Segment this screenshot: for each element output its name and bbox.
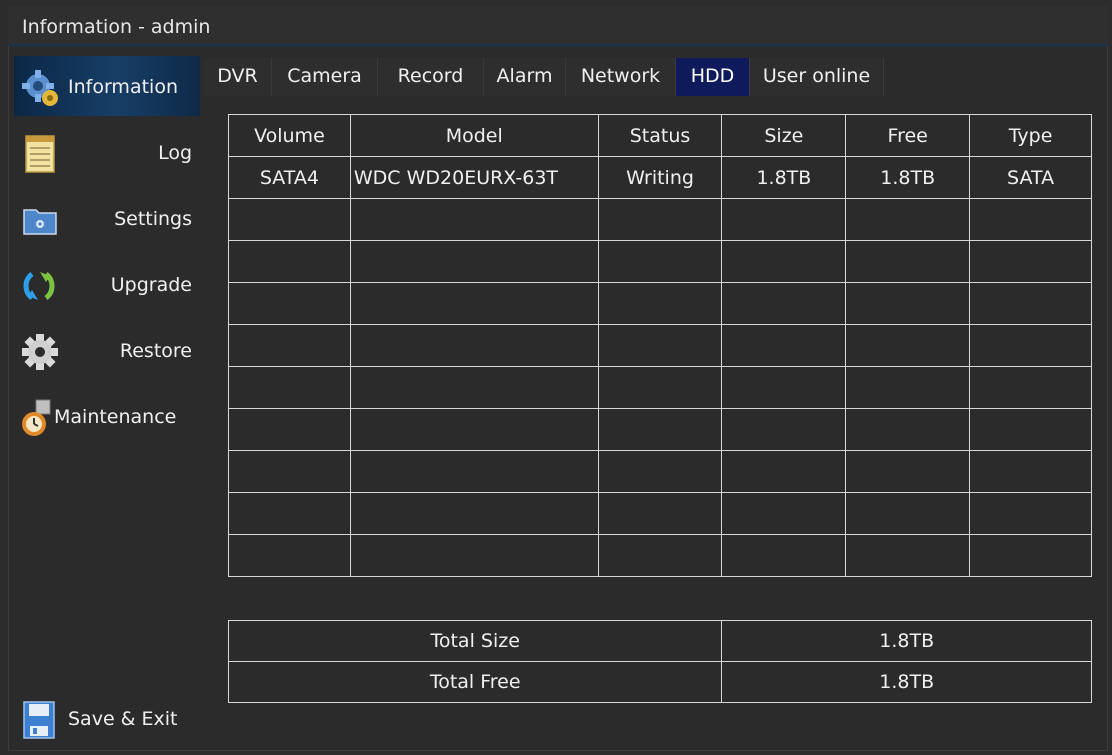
total-free-value: 1.8TB	[721, 661, 1092, 703]
sidebar-item-label: Upgrade	[110, 274, 192, 296]
title-bar: Information - admin	[8, 6, 1108, 46]
table-header-row: Volume Model Status Size Free Type	[228, 114, 1092, 157]
sidebar-item-label: Maintenance	[54, 406, 177, 428]
sidebar-item-settings[interactable]: Settings	[14, 188, 200, 248]
summary-row-total-free: Total Free 1.8TB	[227, 661, 1092, 703]
total-size-label: Total Size	[227, 620, 723, 662]
save-exit-button[interactable]: Save & Exit	[14, 688, 200, 748]
cell-status: Writing	[597, 156, 723, 199]
summary-row-total-size: Total Size 1.8TB	[227, 620, 1092, 662]
column-header-volume: Volume	[228, 114, 351, 157]
tab-dvr[interactable]: DVR	[204, 58, 272, 96]
floppy-disk-icon	[23, 701, 55, 739]
table-row-empty	[228, 282, 1092, 325]
sidebar-item-label: Restore	[119, 340, 192, 362]
table-row-empty	[228, 198, 1092, 241]
gear-info-icon	[22, 70, 58, 106]
cell-model: WDC WD20EURX-63T	[349, 156, 599, 199]
sidebar-item-restore[interactable]: Restore	[14, 320, 200, 380]
tab-alarm[interactable]: Alarm	[484, 58, 566, 96]
save-exit-label: Save & Exit	[68, 708, 178, 730]
gear-icon	[22, 334, 58, 370]
refresh-arrows-icon	[23, 272, 55, 300]
window-title: Information - admin	[22, 16, 211, 38]
summary-table: Total Size 1.8TB Total Free 1.8TB	[227, 620, 1092, 703]
cell-type: SATA	[969, 156, 1092, 199]
tab-hdd[interactable]: HDD	[676, 58, 750, 96]
sidebar-item-information[interactable]: Information	[14, 56, 200, 116]
sidebar: Information Log Settings Upgrade Restore…	[14, 56, 200, 746]
total-size-value: 1.8TB	[721, 620, 1092, 662]
column-header-status: Status	[597, 114, 723, 157]
cell-size: 1.8TB	[721, 156, 847, 199]
sidebar-item-upgrade[interactable]: Upgrade	[14, 254, 200, 314]
table-row-empty	[228, 366, 1092, 409]
table-row-empty	[228, 450, 1092, 493]
tab-camera[interactable]: Camera	[272, 58, 378, 96]
table-row-empty	[228, 492, 1092, 535]
column-header-size: Size	[721, 114, 847, 157]
table-row-empty	[228, 534, 1092, 577]
tab-network[interactable]: Network	[566, 58, 676, 96]
column-header-model: Model	[349, 114, 599, 157]
column-header-free: Free	[845, 114, 971, 157]
total-free-label: Total Free	[227, 661, 723, 703]
cell-volume: SATA4	[228, 156, 351, 199]
sidebar-item-maintenance[interactable]: Maintenance	[14, 386, 200, 446]
sidebar-item-label: Settings	[114, 208, 192, 230]
table-row-empty	[228, 408, 1092, 451]
folder-gear-icon	[23, 209, 57, 235]
tab-record[interactable]: Record	[378, 58, 484, 96]
column-header-type: Type	[969, 114, 1092, 157]
table-row[interactable]: SATA4 WDC WD20EURX-63T Writing 1.8TB 1.8…	[228, 156, 1092, 199]
tab-user-online[interactable]: User online	[750, 58, 884, 96]
table-row-empty	[228, 324, 1092, 367]
cell-free: 1.8TB	[845, 156, 971, 199]
notepad-icon	[25, 135, 55, 173]
table-row-empty	[228, 240, 1092, 283]
sidebar-item-log[interactable]: Log	[14, 122, 200, 182]
sidebar-item-label: Log	[158, 142, 192, 164]
hdd-table: Volume Model Status Size Free Type SATA4…	[228, 114, 1092, 577]
sidebar-item-label: Information	[68, 76, 178, 98]
